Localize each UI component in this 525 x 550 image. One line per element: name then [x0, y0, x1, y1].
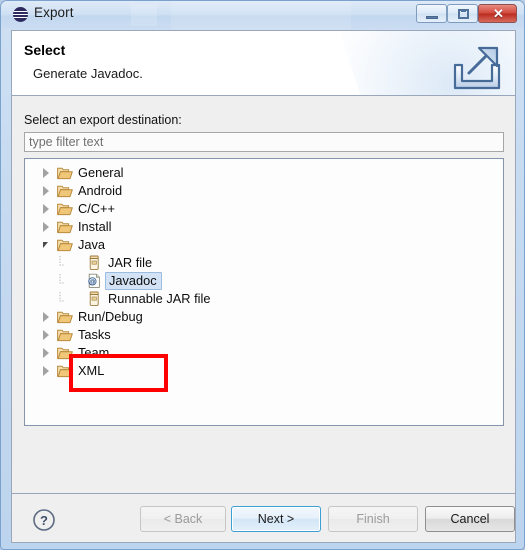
folder-icon — [57, 166, 73, 180]
jar-file-icon — [87, 291, 102, 307]
tree-item-jar-file[interactable]: JAR file — [25, 254, 503, 272]
title-bar[interactable]: Export ✕ — [1, 1, 524, 29]
titlebar-glare — [171, 1, 351, 29]
export-dialog-window: Export ✕ Select Generate Javadoc. Select… — [0, 0, 525, 550]
cancel-button[interactable]: Cancel — [425, 506, 515, 532]
help-button[interactable]: ? — [32, 508, 56, 532]
minimize-icon — [426, 16, 438, 19]
tree-collapse-arrow-icon[interactable] — [43, 330, 49, 340]
filter-input[interactable] — [24, 132, 504, 152]
svg-text:?: ? — [40, 513, 48, 528]
tree-collapse-arrow-icon[interactable] — [43, 312, 49, 322]
tree-collapse-arrow-icon[interactable] — [43, 222, 49, 232]
annotation-highlight-rectangle — [69, 354, 168, 392]
jar-file-icon — [87, 255, 102, 271]
close-icon: ✕ — [493, 6, 504, 21]
next-button[interactable]: Next > — [231, 506, 321, 532]
minimize-button[interactable] — [416, 4, 447, 23]
javadoc-icon: @ — [87, 273, 102, 289]
tree-item-android[interactable]: Android — [25, 182, 503, 200]
tree-item-run-debug[interactable]: Run/Debug — [25, 308, 503, 326]
maximize-icon — [458, 9, 469, 19]
page-subtitle: Generate Javadoc. — [33, 66, 143, 81]
button-bar-divider — [11, 493, 516, 494]
tree-item-label: C/C++ — [78, 201, 115, 216]
page-title: Select — [24, 42, 66, 58]
dialog-header: Select Generate Javadoc. — [11, 30, 516, 96]
folder-icon — [57, 238, 73, 252]
tree-item-label: General — [78, 165, 124, 180]
eclipse-icon — [13, 7, 28, 22]
tree-item-label: Java — [78, 237, 106, 252]
tree-item-javadoc[interactable]: @ Javadoc — [25, 272, 503, 290]
tree-item-label: Tasks — [78, 327, 111, 342]
tree-item-install[interactable]: Install — [25, 218, 503, 236]
tree-item-runnable-jar-file[interactable]: Runnable JAR file — [25, 290, 503, 308]
svg-text:@: @ — [89, 279, 96, 286]
tree-item-label: JAR file — [108, 255, 153, 270]
tree-item-label: Run/Debug — [78, 309, 143, 324]
folder-icon — [57, 184, 73, 198]
tree-collapse-arrow-icon[interactable] — [43, 186, 49, 196]
tree-collapse-arrow-icon[interactable] — [43, 168, 49, 178]
titlebar-glare-2 — [131, 4, 157, 26]
tree-item-label: Runnable JAR file — [108, 291, 211, 306]
finish-button[interactable]: Finish — [328, 506, 418, 532]
folder-icon — [57, 310, 73, 324]
tree-item-general[interactable]: General — [25, 164, 503, 182]
tree-collapse-arrow-icon[interactable] — [43, 204, 49, 214]
tree-collapse-arrow-icon[interactable] — [43, 366, 49, 376]
export-arrow-icon — [449, 43, 505, 93]
maximize-button[interactable] — [447, 4, 478, 23]
back-button[interactable]: < Back — [140, 506, 226, 532]
folder-icon — [57, 328, 73, 342]
tree-connector-icon — [55, 292, 71, 306]
tree-item-label: Android — [78, 183, 123, 198]
tree-item-label: Install — [78, 219, 112, 234]
dialog-button-bar: ? < Back Next > Finish Cancel — [11, 493, 516, 543]
tree-item-label-selected: Javadoc — [105, 272, 162, 290]
dialog-body: Select an export destination: General And… — [11, 96, 516, 493]
destination-label: Select an export destination: — [24, 113, 182, 127]
tree-item-tasks[interactable]: Tasks — [25, 326, 503, 344]
tree-connector-icon — [55, 256, 71, 270]
folder-icon — [57, 202, 73, 216]
tree-item-c-cpp[interactable]: C/C++ — [25, 200, 503, 218]
tree-connector-icon — [55, 274, 71, 288]
tree-item-java[interactable]: Java — [25, 236, 503, 254]
tree-expand-arrow-icon[interactable] — [43, 242, 48, 248]
folder-icon — [57, 220, 73, 234]
window-title: Export — [34, 5, 74, 20]
tree-collapse-arrow-icon[interactable] — [43, 348, 49, 358]
close-button[interactable]: ✕ — [478, 4, 517, 23]
